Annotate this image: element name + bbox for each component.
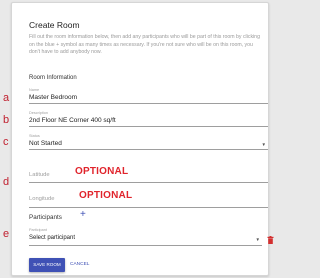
- status-value: Not Started: [29, 140, 62, 147]
- longitude-field[interactable]: Longitude OPTIONAL: [29, 186, 268, 208]
- name-value: Master Bedroom: [29, 94, 78, 101]
- cancel-button[interactable]: CANCEL: [70, 258, 89, 272]
- dialog-title: Create Room: [29, 20, 80, 30]
- longitude-placeholder: Longitude: [29, 196, 55, 202]
- create-room-dialog: Create Room Fill out the room informatio…: [11, 2, 274, 276]
- description-value: 2nd Floor NE Corner 400 sq/ft: [29, 117, 116, 124]
- annotation-marker-e: e: [3, 228, 10, 240]
- description-field[interactable]: Description 2nd Floor NE Corner 400 sq/f…: [29, 110, 268, 127]
- annotation-marker-a: a: [3, 92, 10, 104]
- participant-label: Participant: [29, 228, 47, 232]
- status-select[interactable]: Status Not Started ▼: [29, 133, 268, 150]
- trash-icon[interactable]: [267, 236, 274, 244]
- annotation-marker-d: d: [3, 176, 10, 188]
- participants-heading: Participants: [29, 214, 62, 221]
- caret-down-icon: ▼: [255, 237, 260, 242]
- description-label: Description: [29, 111, 48, 115]
- name-label: Name: [29, 88, 40, 92]
- add-participant-plus-icon[interactable]: +: [80, 210, 86, 220]
- annotation-marker-b: b: [3, 114, 10, 126]
- status-label: Status: [29, 134, 40, 138]
- latitude-optional-annotation: OPTIONAL: [75, 166, 129, 177]
- name-field[interactable]: Name Master Bedroom: [29, 87, 268, 104]
- latitude-field[interactable]: Latitude OPTIONAL: [29, 161, 268, 183]
- save-room-button[interactable]: SAVE ROOM: [29, 258, 65, 272]
- dialog-instructions: Fill out the room information below, the…: [29, 34, 260, 56]
- longitude-optional-annotation: OPTIONAL: [79, 190, 133, 201]
- annotation-marker-c: c: [3, 136, 9, 148]
- participant-select[interactable]: Participant Select participant ▼: [29, 227, 262, 246]
- latitude-placeholder: Latitude: [29, 172, 50, 178]
- participant-value: Select participant: [29, 235, 76, 241]
- caret-down-icon: ▼: [261, 142, 266, 147]
- section-title: Room Information: [29, 75, 77, 81]
